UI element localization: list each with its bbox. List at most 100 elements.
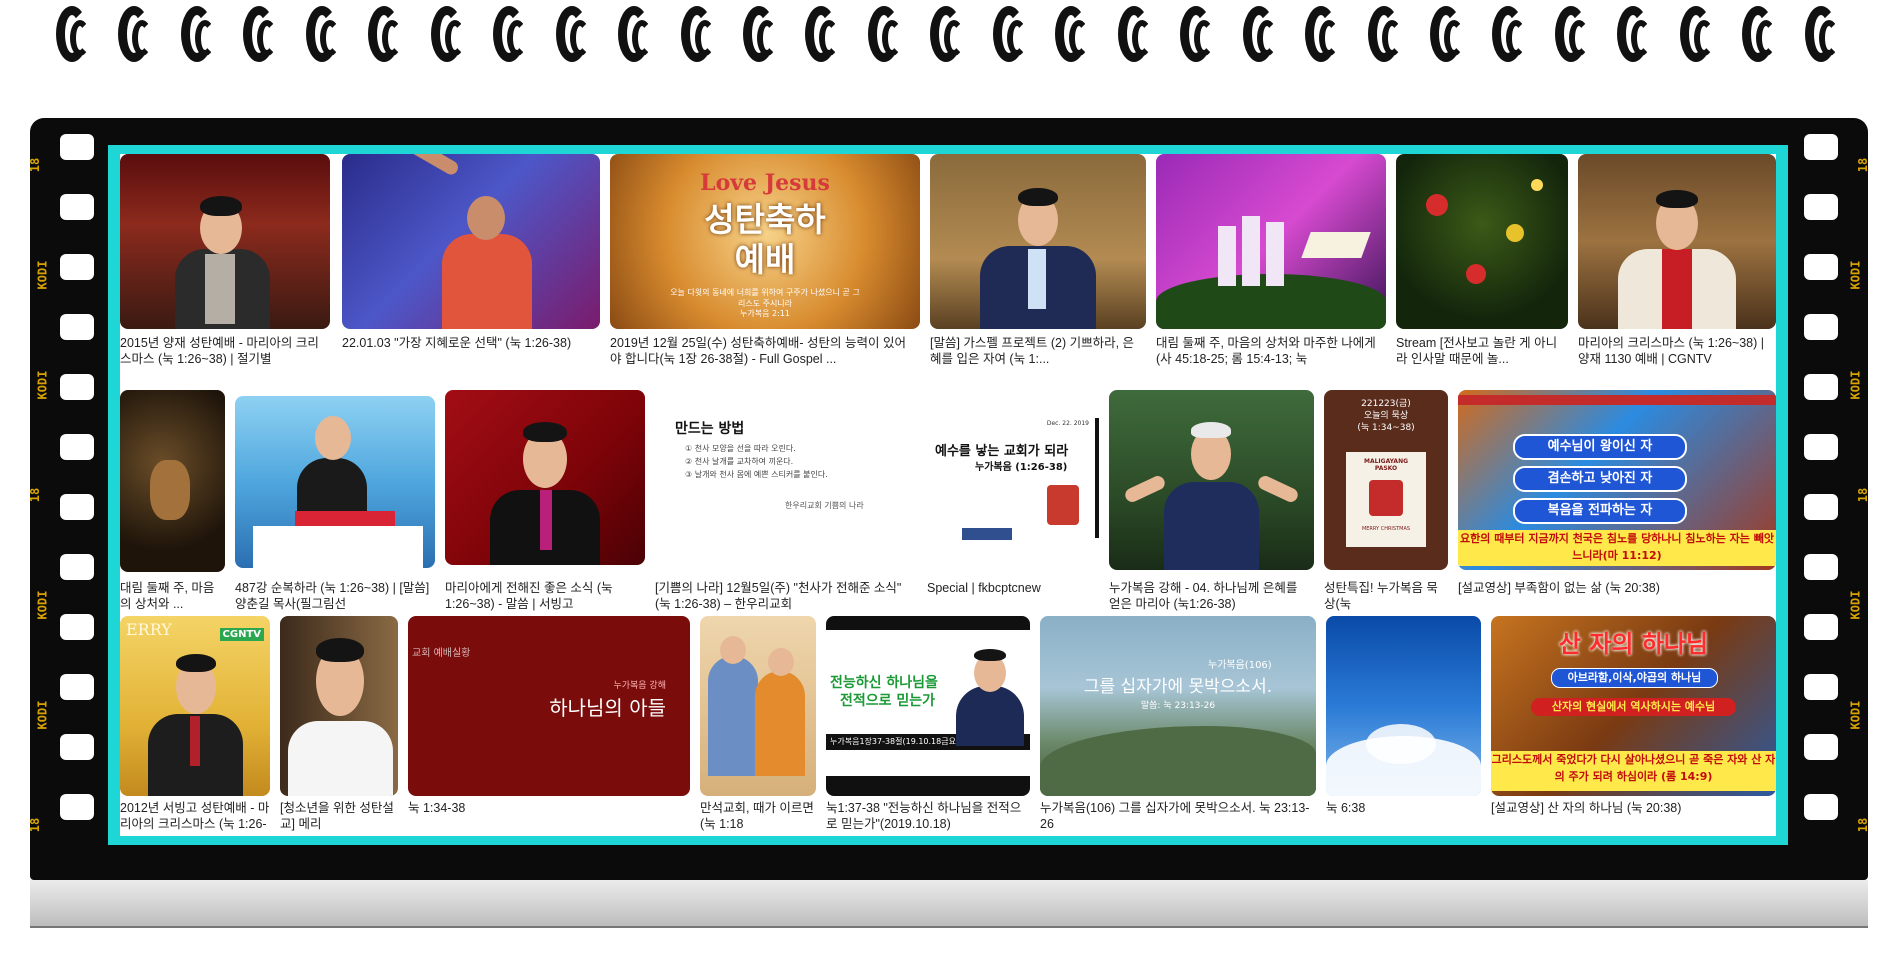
film-edge-code: KODI: [1848, 260, 1863, 290]
film-sprocket-hole: [1804, 734, 1838, 760]
spiral-ring: [862, 0, 923, 80]
video-title[interactable]: [설교영상] 부족함이 없는 삶 (눅 20:38): [1458, 580, 1776, 614]
video-title[interactable]: [말씀] 가스펠 프로젝트 (2) 기쁘하라, 은혜를 입은 자여 (눅 1:.…: [930, 335, 1142, 369]
video-title[interactable]: 2015년 양재 성탄예배 - 마리아의 크리스마스 (눅 1:26~38) |…: [120, 335, 325, 369]
spiral-ring: [1237, 0, 1298, 80]
film-sprocket-hole: [1804, 554, 1838, 580]
spiral-ring: [362, 0, 423, 80]
video-title[interactable]: 누가복음(106) 그를 십자가에 못박으소서. 눅 23:13-26: [1040, 800, 1316, 834]
video-thumbnail[interactable]: 만드는 방법 ① 천사 모양을 선을 따라 오린다. ② 천사 날개를 교차하여 …: [655, 390, 917, 565]
spiral-ring: [1799, 0, 1860, 80]
video-thumbnail[interactable]: 교회 예배실황 누가복음 강해 하나님의 아들: [408, 616, 690, 796]
spiral-ring: [675, 0, 736, 80]
film-sprocket-hole: [60, 614, 94, 640]
video-title[interactable]: Special | fkbcptcnew: [927, 580, 1099, 614]
spiral-ring: [425, 0, 486, 80]
film-edge-code: KODI: [1848, 590, 1863, 620]
video-title[interactable]: 눅 1:34-38: [408, 800, 688, 834]
video-title[interactable]: 22.01.03 "가장 지혜로운 선택" (눅 1:26-38): [342, 335, 582, 369]
video-thumbnail[interactable]: Love Jesus 성탄축하 예배 오늘 다윗의 동네에 너희를 위하여 구주…: [610, 154, 920, 329]
video-thumbnail[interactable]: 전능하신 하나님을 전적으로 믿는가 누가복음1장37-38절(19.10.18…: [826, 616, 1030, 796]
film-edge-code: KODI: [35, 370, 50, 400]
video-thumbnail[interactable]: [280, 616, 398, 796]
film-sprocket-hole: [1804, 494, 1838, 520]
steps-list: ① 천사 모양을 선을 따라 오린다. ② 천사 날개를 교차하여 끼운다. ③ 날…: [685, 444, 828, 479]
video-thumbnail[interactable]: 누가복음(106) 그를 십자가에 못박으소서. 말씀: 눅 23:13-26: [1040, 616, 1316, 796]
film-sprocket-hole: [1804, 434, 1838, 460]
film-sprocket-hole: [1804, 194, 1838, 220]
spiral-ring: [300, 0, 361, 80]
film-sprocket-hole: [60, 314, 94, 340]
video-title[interactable]: 대림 둘째 주, 마음의 상처와 ...: [120, 580, 225, 614]
film-edge-code: KODI: [1848, 700, 1863, 730]
video-thumbnail[interactable]: ERRY CGNTV: [120, 616, 270, 796]
spiral-ring: [1424, 0, 1485, 80]
video-title[interactable]: 대림 둘째 주, 마음의 상처와 마주한 나에게(사 45:18-25; 롬 1…: [1156, 335, 1376, 369]
film-sprocket-hole: [60, 794, 94, 820]
video-title[interactable]: 만석교회, 때가 이르면(눅 1:18: [700, 800, 816, 834]
video-title[interactable]: [설교영상] 산 자의 하나님 (눅 20:38): [1491, 800, 1771, 834]
video-thumbnail[interactable]: 예수님이 왕이신 자 겸손하고 낮아진 자 복음을 전파하는 자 요한의 때부터…: [1458, 390, 1776, 570]
film-sprocket-hole: [60, 674, 94, 700]
video-title[interactable]: 마리아의 크리스마스 (눅 1:26~38) | 양재 1130 예배 | CG…: [1578, 335, 1776, 369]
video-title[interactable]: [청소년을 위한 성탄설교] 메리: [280, 800, 398, 834]
video-title[interactable]: 성탄특집! 누가복음 묵상(눅: [1324, 580, 1442, 614]
video-title[interactable]: 2012년 서빙고 성탄예배 - 마리아의 크리스마스 (눅 1:26-: [120, 800, 270, 834]
spiral-ring: [1674, 0, 1735, 80]
video-thumbnail[interactable]: [1326, 616, 1481, 796]
spiral-ring: [50, 0, 111, 80]
film-sprocket-hole: [1804, 314, 1838, 340]
film-sprocket-hole: [1804, 374, 1838, 400]
spiral-ring: [1174, 0, 1235, 80]
spiral-ring: [487, 0, 548, 80]
spiral-ring: [175, 0, 236, 80]
video-title[interactable]: 2019년 12월 25일(수) 성탄축하예배- 성탄의 능력이 있어야 합니다…: [610, 335, 910, 369]
film-sprocket-hole: [60, 374, 94, 400]
film-sprocket-hole: [60, 134, 94, 160]
video-title[interactable]: 487강 순복하라 (눅 1:26~38) | [말씀] 양춘길 목사(필그림선: [235, 580, 435, 614]
film-edge-code: 18: [1855, 487, 1870, 503]
spiral-ring: [1112, 0, 1173, 80]
video-thumbnail[interactable]: [1578, 154, 1776, 329]
spiral-ring: [799, 0, 860, 80]
video-thumbnail[interactable]: 221223(금) 오늘의 묵상 (눅 1:34~38) MALIGAYANG …: [1324, 390, 1448, 570]
film-strip-base: [30, 880, 1868, 928]
film-sprocket-hole: [1804, 614, 1838, 640]
video-thumbnail[interactable]: [342, 154, 600, 329]
video-thumbnail[interactable]: [445, 390, 645, 565]
video-thumbnail[interactable]: [1109, 390, 1314, 570]
video-thumbnail[interactable]: [120, 390, 225, 572]
film-edge-code: 18: [28, 157, 43, 173]
film-sprocket-hole: [60, 194, 94, 220]
film-sprocket-hole: [1804, 134, 1838, 160]
video-thumbnail[interactable]: [700, 616, 816, 796]
video-title[interactable]: 누가복음 강해 - 04. 하나님께 은혜를 얻은 마리아 (눅1:26-38): [1109, 580, 1304, 614]
spiral-ring: [1611, 0, 1672, 80]
video-thumbnail[interactable]: [1396, 154, 1568, 329]
video-thumbnail[interactable]: [120, 154, 330, 329]
film-edge-code: 18: [28, 487, 43, 503]
film-edge-code: KODI: [35, 700, 50, 730]
video-thumbnail[interactable]: 산 자의 하나님 아브라함,이삭,야곱의 하나님 산자의 현실에서 역사하시는 …: [1491, 616, 1776, 796]
spiral-ring: [112, 0, 173, 80]
film-edge-code: KODI: [35, 260, 50, 290]
film-edge-code: 18: [28, 817, 43, 833]
video-title[interactable]: 눅 6:38: [1326, 800, 1481, 834]
film-sprocket-hole: [60, 494, 94, 520]
video-title[interactable]: 마리아에게 전해진 좋은 소식 (눅 1:26~38) - 말씀 | 서빙고: [445, 580, 645, 614]
film-sprocket-hole: [1804, 674, 1838, 700]
film-sprocket-hole: [60, 554, 94, 580]
spiral-ring: [1549, 0, 1610, 80]
film-edge-code: 18: [1855, 817, 1870, 833]
video-title[interactable]: [기쁨의 나라] 12월5일(주) "천사가 전해준 소식" (눅 1:26-3…: [655, 580, 917, 614]
spiral-ring: [924, 0, 985, 80]
video-title[interactable]: 눅1:37-38 "전능하신 하나님을 전적으로 믿는가"(2019.10.18…: [826, 800, 1026, 834]
film-sprocket-hole: [60, 734, 94, 760]
video-thumbnail[interactable]: [235, 396, 435, 568]
video-title[interactable]: Stream [전사보고 놀란 게 아니라 인사말 때문에 놀...: [1396, 335, 1561, 369]
spiral-ring: [1049, 0, 1110, 80]
video-thumbnail[interactable]: Dec. 22. 2019 예수를 낳는 교회가 되라 누가복음 (1:26-3…: [927, 390, 1099, 565]
video-thumbnail[interactable]: [1156, 154, 1386, 329]
spiral-ring: [237, 0, 298, 80]
video-thumbnail[interactable]: [930, 154, 1146, 329]
